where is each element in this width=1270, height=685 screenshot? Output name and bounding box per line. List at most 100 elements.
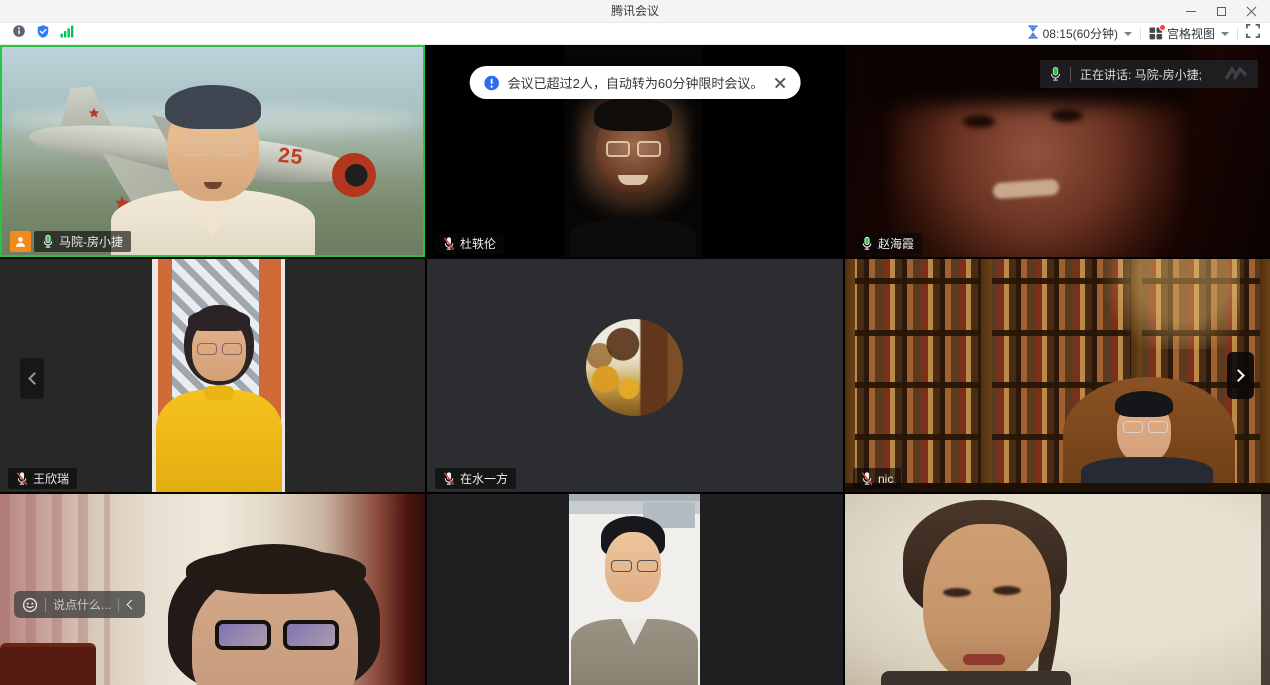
- maximize-icon: [1217, 7, 1226, 16]
- glasses-lens: [283, 620, 339, 650]
- toolbar-right: 08:15(60分钟) 宫格视图: [1027, 24, 1270, 43]
- titlebar: 腾讯会议: [0, 0, 1270, 23]
- video-tile-bottom-right[interactable]: [845, 494, 1270, 685]
- eye-shadow: [963, 115, 995, 128]
- chat-divider: [118, 598, 119, 612]
- video-tile-bottom-left[interactable]: [0, 494, 425, 685]
- lamp-glow: [1100, 259, 1240, 349]
- security-shield-icon[interactable]: [36, 24, 50, 44]
- meeting-info-icon[interactable]: [12, 24, 26, 43]
- chat-quick-input[interactable]: 说点什么...: [14, 591, 145, 618]
- participant-label: 马院-房小捷: [10, 231, 131, 252]
- meeting-duration-label: 08:15(60分钟): [1043, 25, 1118, 42]
- mic-muted-icon: [861, 471, 873, 486]
- next-page-arrow[interactable]: [1227, 352, 1254, 399]
- mic-muted-icon: [16, 471, 28, 486]
- fullscreen-button[interactable]: [1246, 24, 1260, 43]
- participant-name: 赵海霞: [878, 235, 914, 252]
- participant-label: nic: [853, 468, 901, 489]
- person-shoulders: [570, 219, 696, 257]
- glasses-lens: [637, 141, 661, 157]
- meeting-toolbar: 08:15(60分钟) 宫格视图: [0, 23, 1270, 45]
- meeting-window: 腾讯会议 08:15(60分钟): [0, 0, 1270, 685]
- name-pill: 杜轶伦: [435, 233, 504, 254]
- chevron-left-icon: [28, 372, 41, 385]
- emoji-smiley-icon[interactable]: [22, 597, 38, 613]
- view-mode-label: 宫格视图: [1167, 25, 1215, 42]
- video-stage: 25 马院-房小捷: [0, 45, 1270, 685]
- video-grid: 25 马院-房小捷: [0, 45, 1270, 685]
- mic-muted-icon: [443, 471, 455, 486]
- network-signal-icon[interactable]: [60, 25, 74, 43]
- collapse-chat-icon[interactable]: [127, 600, 137, 610]
- hourglass-icon: [1027, 25, 1039, 42]
- speaking-mic-icon: [1040, 66, 1070, 82]
- person-glasses: [602, 141, 664, 157]
- glasses-lens: [1148, 421, 1168, 433]
- host-badge-icon: [10, 231, 31, 252]
- speaking-divider: [1070, 67, 1071, 82]
- glasses-lens: [217, 140, 244, 156]
- person-bangs: [188, 309, 250, 331]
- previous-page-arrow[interactable]: [20, 358, 44, 399]
- mic-on-icon: [42, 234, 54, 249]
- person-glasses: [180, 140, 246, 157]
- wall-shadow: [1261, 494, 1270, 685]
- glasses-lens: [215, 620, 271, 650]
- person-bangs: [186, 550, 366, 594]
- toolbar-left: [0, 24, 74, 44]
- video-tile-nic[interactable]: nic: [845, 259, 1270, 492]
- chat-divider: [45, 598, 46, 612]
- duration-dropdown-caret-icon: [1124, 32, 1132, 36]
- person-glasses: [204, 620, 350, 650]
- name-pill: 马院-房小捷: [34, 231, 131, 252]
- person-glasses: [609, 560, 659, 572]
- chat-placeholder[interactable]: 说点什么...: [53, 596, 111, 613]
- person-shoulders: [881, 671, 1071, 685]
- glasses-lens: [611, 560, 632, 572]
- desk-edge: [845, 483, 1270, 492]
- participant-name: 在水一方: [460, 470, 508, 487]
- person-hair: [1115, 391, 1173, 417]
- participant-label: 赵海霞: [853, 233, 922, 254]
- participant-name: 杜轶伦: [460, 235, 496, 252]
- participant-name: 王欣瑞: [33, 470, 69, 487]
- person-lips: [963, 654, 1005, 665]
- speaking-text: 正在讲话: 马院-房小捷;: [1080, 66, 1202, 83]
- person-glasses: [195, 343, 243, 355]
- view-dropdown-caret-icon: [1221, 32, 1229, 36]
- chevron-right-icon: [1232, 369, 1245, 382]
- meeting-limit-banner: 会议已超过2人，自动转为60分钟限时会议。: [470, 66, 801, 99]
- shelf-pillar: [1260, 259, 1270, 492]
- banner-close-button[interactable]: [773, 76, 786, 89]
- dark-furniture: [0, 643, 96, 685]
- glasses-lens: [606, 141, 630, 157]
- video-tile-mayuan-fangxiaojie[interactable]: 25 马院-房小捷: [0, 45, 425, 257]
- video-tile-wangxinrui[interactable]: 王欣瑞: [0, 259, 425, 492]
- view-mode-control[interactable]: 宫格视图: [1149, 25, 1229, 42]
- jet-number: 25: [277, 144, 305, 171]
- name-pill: 赵海霞: [853, 233, 922, 254]
- minimize-button[interactable]: [1176, 0, 1206, 23]
- yellow-sweater: [156, 390, 282, 492]
- participant-name: nic: [878, 472, 893, 486]
- minimize-icon: [1186, 11, 1196, 12]
- shelf-pillar: [845, 259, 855, 492]
- watermark-logo-icon: [1224, 65, 1250, 84]
- mic-on-icon: [861, 236, 873, 251]
- meeting-duration-control[interactable]: 08:15(60分钟): [1027, 25, 1132, 42]
- avatar: [586, 319, 683, 416]
- speaking-indicator: 正在讲话: 马院-房小捷;: [1040, 60, 1258, 88]
- close-button[interactable]: [1236, 0, 1266, 23]
- glasses-lens: [637, 560, 658, 572]
- person-hair: [165, 85, 261, 129]
- mic-muted-icon: [443, 236, 455, 251]
- glasses-lens: [1123, 421, 1143, 433]
- eye-shadow: [943, 588, 971, 597]
- window-controls: [1176, 0, 1266, 23]
- video-tile-bottom-center[interactable]: [427, 494, 843, 685]
- maximize-button[interactable]: [1206, 0, 1236, 23]
- shelf-pillar: [981, 259, 992, 492]
- banner-text: 会议已超过2人，自动转为60分钟限时会议。: [508, 73, 764, 92]
- video-tile-zaishuiyifang[interactable]: 在水一方: [427, 259, 843, 492]
